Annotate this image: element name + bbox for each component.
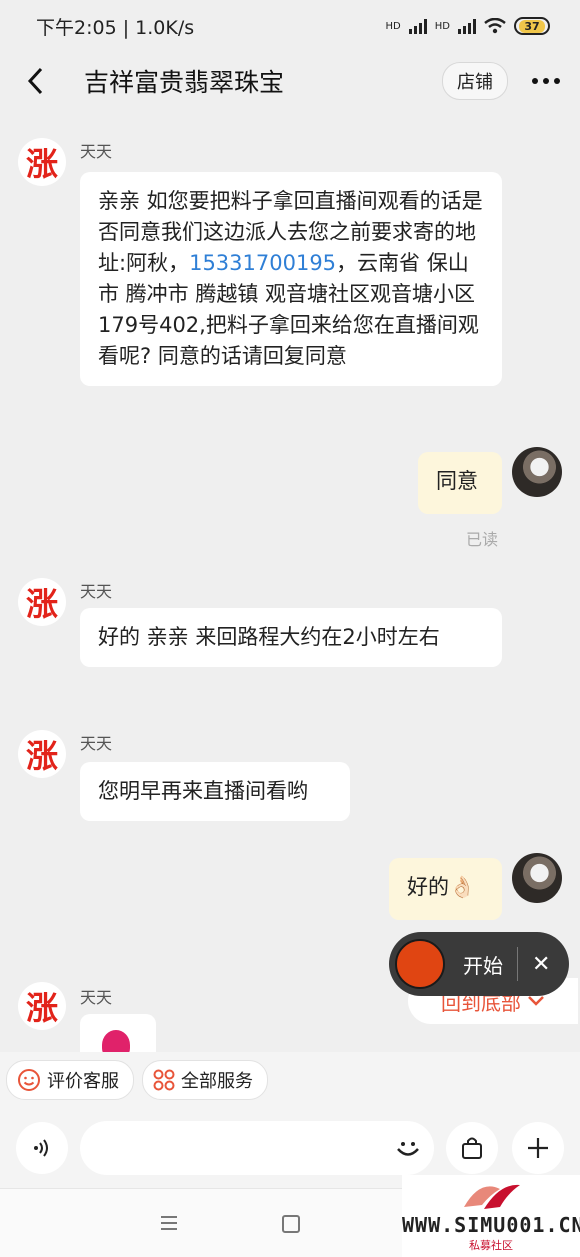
watermark-site: WWW.SIMU001.CN: [402, 1213, 580, 1237]
hd-label-2: HD: [434, 20, 450, 32]
signal-icon: [408, 18, 427, 34]
close-icon[interactable]: ✕: [532, 952, 550, 977]
chip-label: 全部服务: [181, 1071, 253, 1092]
recorder-divider: [517, 947, 518, 981]
message-bubble[interactable]: 亲亲 如您要把料子拿回直播间观看的话是否同意我们这边派人去您之前要求寄的地址:阿…: [80, 172, 502, 386]
smile-icon: [18, 1069, 40, 1091]
plus-button[interactable]: [512, 1122, 564, 1174]
rate-service-button[interactable]: 评价客服: [6, 1060, 134, 1100]
shop-bag-button[interactable]: [446, 1122, 498, 1174]
watermark-sub: 私募社区: [469, 1239, 513, 1252]
message-text: 您明早再来直播间看哟: [98, 779, 308, 803]
home-icon[interactable]: [282, 1215, 300, 1233]
hd-label-1: HD: [385, 20, 401, 32]
seller-avatar[interactable]: 涨: [18, 730, 66, 778]
shop-button[interactable]: 店铺: [442, 62, 508, 100]
signal-icon-2: [458, 18, 476, 34]
voice-button[interactable]: [16, 1122, 68, 1174]
rose-sticker-icon: [102, 1030, 130, 1054]
watermark-logo-icon: [464, 1184, 520, 1209]
page-title: 吉祥富贵翡翠珠宝: [84, 68, 285, 97]
my-message-bubble[interactable]: 同意: [418, 452, 502, 514]
sticker-message[interactable]: [80, 1014, 156, 1054]
message-text: 同意: [436, 469, 478, 493]
my-avatar[interactable]: [512, 853, 562, 903]
watermark: WWW.SIMU001.CN 私募社区: [402, 1175, 580, 1257]
message-bubble[interactable]: 好的 亲亲 来回路程大约在2小时左右: [80, 608, 502, 667]
sender-name: 天天: [80, 988, 113, 1007]
grid-icon: [153, 1069, 175, 1091]
more-menu-icon[interactable]: [532, 78, 560, 84]
battery-level: 37: [519, 19, 545, 33]
my-message-bubble[interactable]: 好的👌🏻: [389, 858, 502, 920]
screen-recorder[interactable]: 开始 ✕: [389, 932, 569, 996]
seller-avatar[interactable]: 涨: [18, 982, 66, 1030]
title-bar: 吉祥富贵翡翠珠宝 店铺: [0, 52, 580, 110]
record-button[interactable]: [395, 939, 445, 989]
back-button[interactable]: [20, 61, 50, 101]
all-services-button[interactable]: 全部服务: [142, 1060, 268, 1100]
plus-icon: [528, 1138, 548, 1158]
quick-actions-bar: 评价客服 全部服务: [0, 1052, 580, 1108]
record-start-label[interactable]: 开始: [463, 950, 503, 979]
emoji-icon[interactable]: [392, 1132, 424, 1164]
message-text: 好的👌🏻: [407, 875, 476, 899]
sender-name: 天天: [80, 734, 113, 753]
message-text: 好的 亲亲 来回路程大约在2小时左右: [98, 625, 440, 649]
chip-label: 评价客服: [47, 1071, 119, 1092]
chat-area[interactable]: 涨 天天 亲亲 如您要把料子拿回直播间观看的话是否同意我们这边派人去您之前要求寄…: [0, 110, 580, 1050]
seller-avatar[interactable]: 涨: [18, 138, 66, 186]
status-time: 下午2:05 | 1.0K/s: [36, 16, 195, 39]
chevron-left-icon: [27, 67, 43, 95]
status-bar: 下午2:05 | 1.0K/s HD HD 37: [0, 0, 580, 52]
chevron-down-icon: [528, 996, 544, 1006]
menu-icon[interactable]: [160, 1215, 178, 1231]
my-avatar[interactable]: [512, 447, 562, 497]
battery-icon: 37: [514, 17, 550, 35]
bag-icon: [462, 1137, 482, 1159]
message-input[interactable]: [80, 1121, 434, 1175]
sender-name: 天天: [80, 582, 113, 601]
read-status: 已读: [466, 530, 499, 549]
status-icons: HD HD 37: [386, 17, 550, 35]
sender-name: 天天: [80, 142, 113, 161]
wifi-icon: [484, 18, 506, 34]
voice-icon: [34, 1139, 48, 1157]
message-bubble[interactable]: 您明早再来直播间看哟: [80, 762, 350, 821]
phone-link[interactable]: 15331700195: [189, 251, 336, 275]
seller-avatar[interactable]: 涨: [18, 578, 66, 626]
